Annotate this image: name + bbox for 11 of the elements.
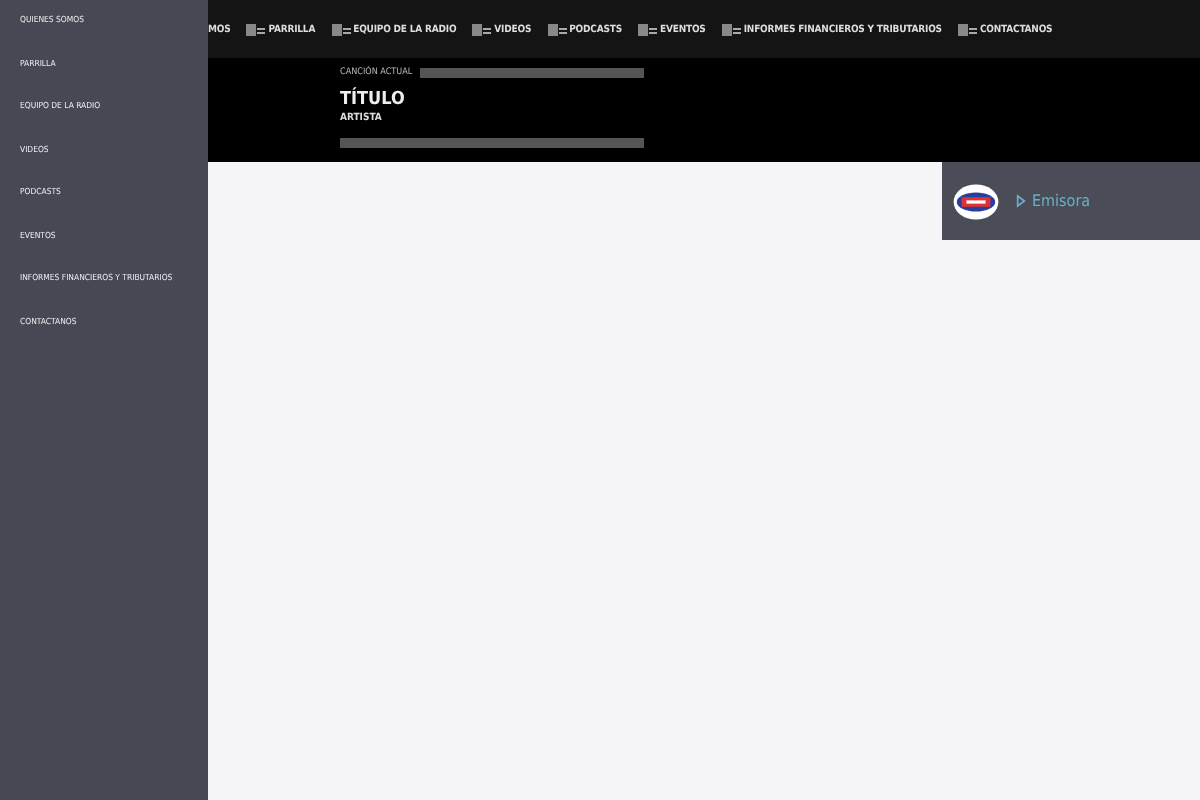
menu-icon bbox=[957, 23, 978, 35]
play-icon bbox=[1016, 194, 1026, 208]
menu-icon bbox=[472, 23, 493, 35]
menu-icon bbox=[331, 23, 352, 35]
song-title: TÍTULO bbox=[340, 90, 407, 110]
menu-icon bbox=[547, 23, 568, 35]
station-link[interactable]: Emisora bbox=[1016, 192, 1091, 210]
station-logo-icon bbox=[952, 181, 1000, 221]
menu-icon bbox=[638, 23, 658, 35]
menu-icon bbox=[246, 23, 267, 35]
menu-icon bbox=[721, 23, 742, 35]
